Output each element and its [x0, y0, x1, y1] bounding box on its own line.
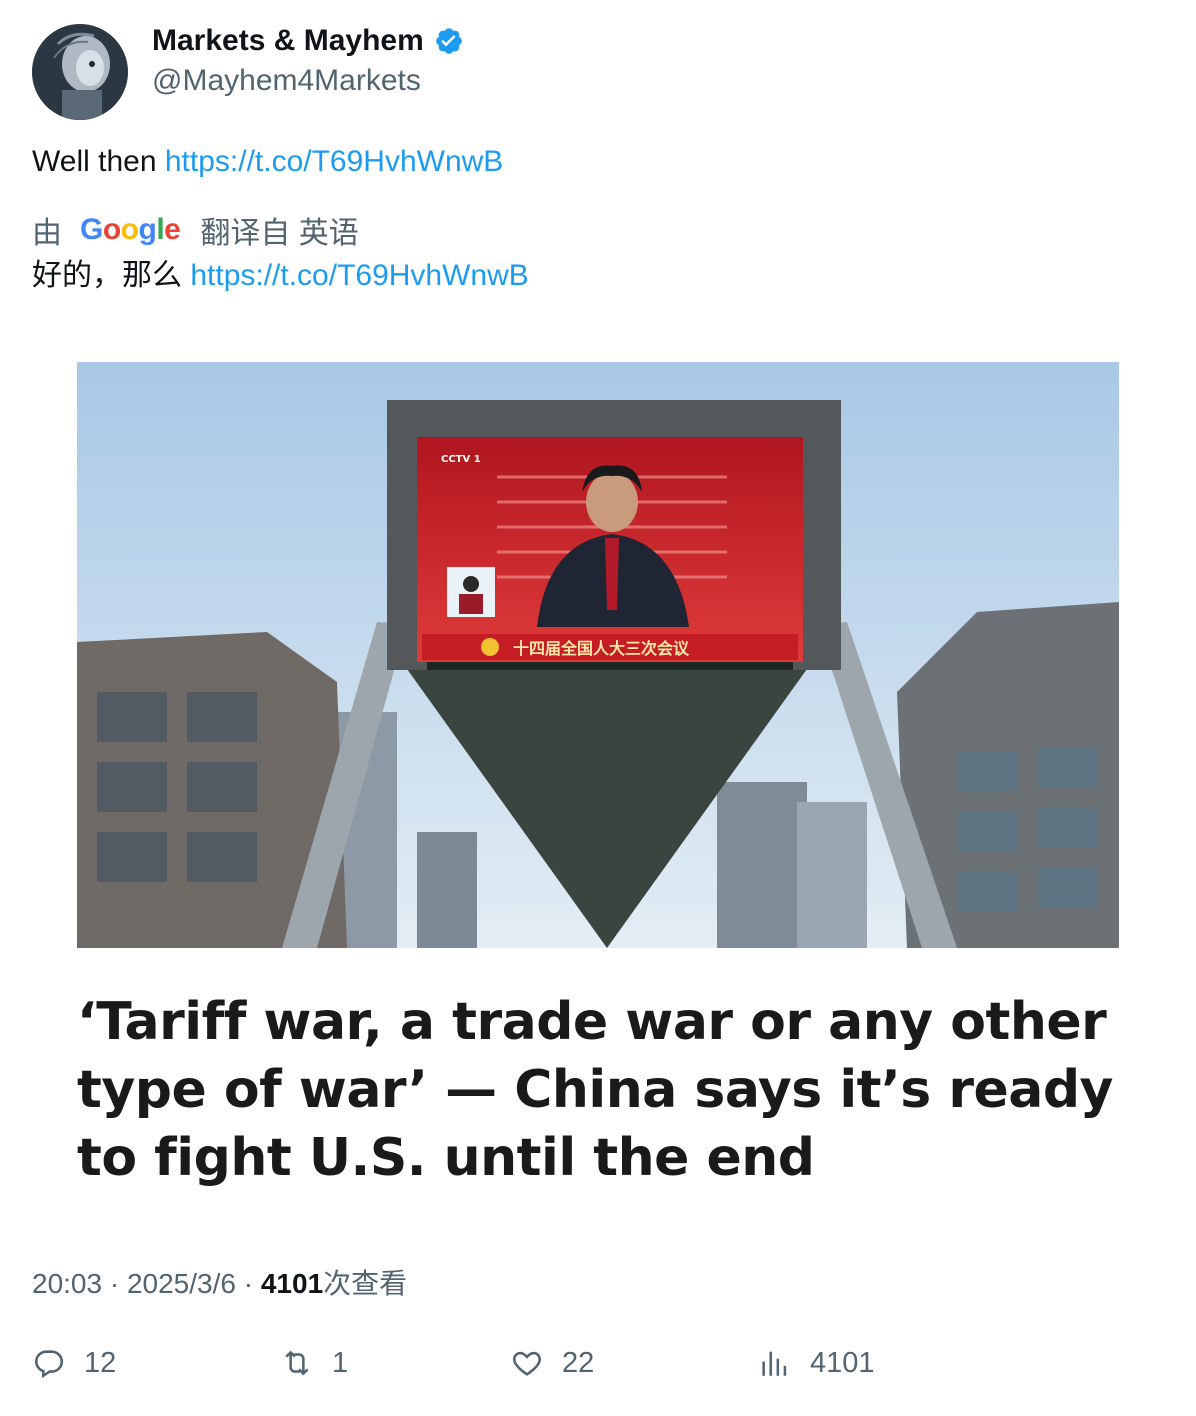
- google-logo-letter: l: [156, 213, 165, 246]
- analytics-icon: [762, 1351, 787, 1376]
- views-label: 次查看: [323, 1268, 408, 1299]
- translation-by-label: 由: [32, 217, 62, 250]
- author-name-row: Markets & Mayhem: [152, 24, 464, 58]
- google-logo: Google: [80, 213, 181, 247]
- heart-icon: [513, 1351, 541, 1376]
- repost-count: 1: [332, 1346, 349, 1379]
- translated-text: 好的，那么 https://t.co/T69HvhWnwB: [32, 256, 529, 296]
- tweet-meta: 20:03 · 2025/3/6 · 4101次查看: [32, 1262, 407, 1302]
- tweet-body: Well then: [32, 145, 157, 178]
- google-logo-letter: o: [120, 213, 139, 246]
- svg-text:CCTV 1: CCTV 1: [441, 454, 481, 465]
- card-headline[interactable]: ‘Tariff war, a trade war or any other ty…: [77, 988, 1119, 1192]
- google-logo-letter: G: [80, 213, 103, 246]
- google-logo-letter: o: [102, 213, 121, 246]
- card-image[interactable]: 十四届全国人大三次会议 CCTV 1: [77, 362, 1119, 948]
- translation-attribution: 由 Google 翻译自 英语: [32, 208, 359, 252]
- avatar[interactable]: [32, 24, 128, 120]
- meta-separator: ·: [243, 1268, 254, 1299]
- google-logo-letter: g: [138, 213, 157, 246]
- repost-icon: [285, 1350, 309, 1376]
- verified-badge-icon: [435, 28, 462, 54]
- reply-count: 12: [84, 1346, 117, 1379]
- google-logo-letter: e: [164, 213, 181, 246]
- like-button[interactable]: 22: [510, 1346, 594, 1380]
- repost-button[interactable]: 1: [280, 1346, 348, 1380]
- views-action-count: 4101: [810, 1346, 875, 1379]
- tweet-text: Well then https://t.co/T69HvhWnwB: [32, 142, 503, 182]
- translated-body: 好的，那么: [32, 259, 182, 292]
- reply-icon: [35, 1350, 64, 1379]
- meta-separator: ·: [109, 1268, 120, 1299]
- views-button[interactable]: 4101: [758, 1346, 875, 1380]
- action-bar: 12 1 22 4101: [32, 1346, 1164, 1396]
- tweet-time[interactable]: 20:03: [32, 1268, 102, 1299]
- translated-link[interactable]: https://t.co/T69HvhWnwB: [190, 259, 528, 292]
- author-display-name[interactable]: Markets & Mayhem: [152, 24, 424, 58]
- screen-caption: 十四届全国人大三次会议: [513, 639, 690, 658]
- reply-button[interactable]: 12: [32, 1346, 116, 1380]
- like-count: 22: [562, 1346, 595, 1379]
- tweet-link[interactable]: https://t.co/T69HvhWnwB: [165, 145, 503, 178]
- tweet-date[interactable]: 2025/3/6: [127, 1268, 236, 1299]
- translation-from-label: 翻译自 英语: [200, 217, 359, 250]
- views-count: 4101: [260, 1268, 324, 1299]
- author-handle[interactable]: @Mayhem4Markets: [152, 64, 421, 98]
